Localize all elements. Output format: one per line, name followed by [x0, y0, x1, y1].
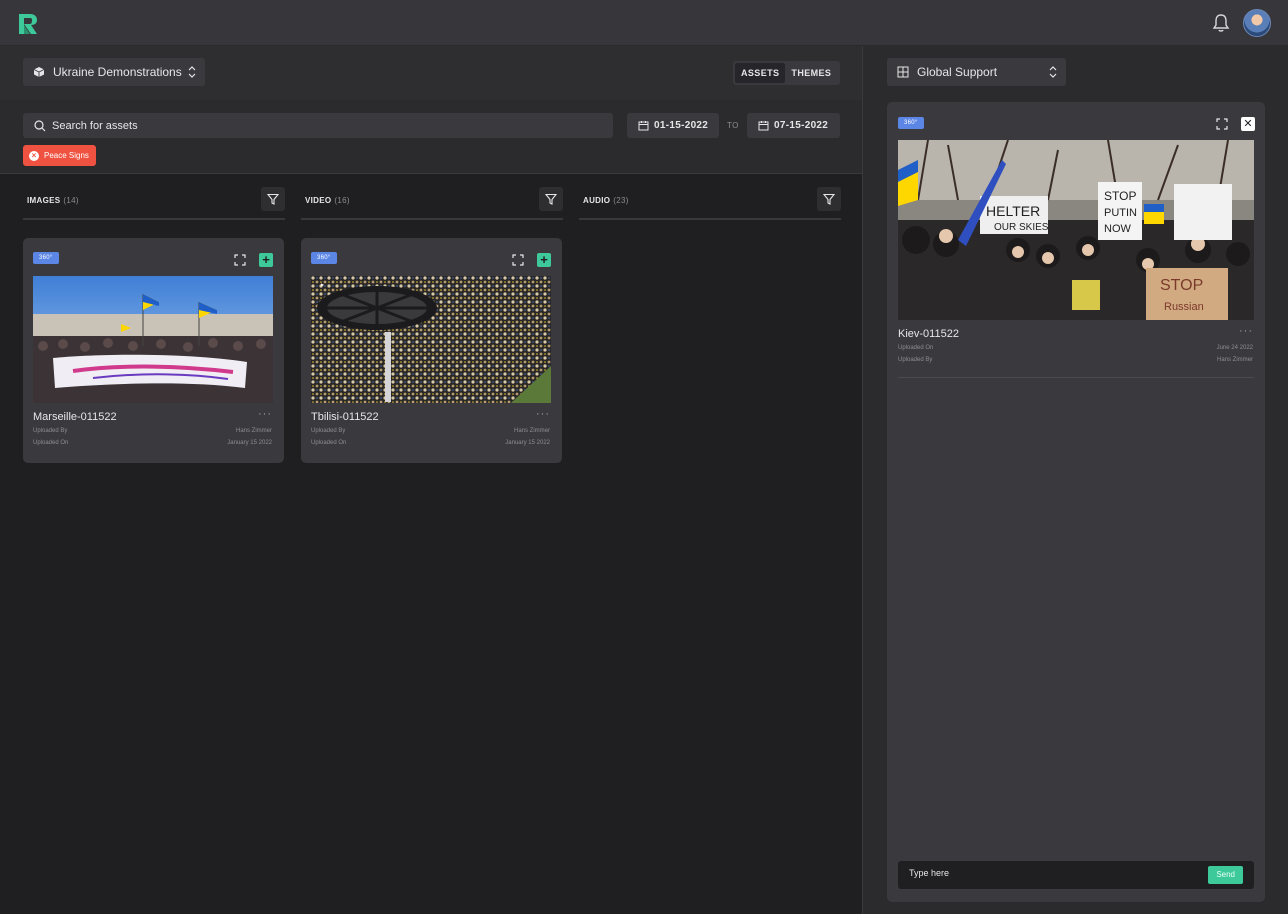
user-avatar[interactable]: [1243, 9, 1271, 37]
svg-text:Russian: Russian: [1164, 301, 1204, 313]
calendar-icon: [638, 121, 649, 131]
meta-value: June 24 2022: [1216, 345, 1253, 351]
asset-card[interactable]: 360° + ▶ Tbilisi-011522 ··· Uploaded By …: [301, 238, 562, 463]
search-icon: [34, 119, 46, 131]
search-input[interactable]: [52, 119, 592, 132]
comment-input[interactable]: [909, 868, 1189, 878]
remove-chip-icon[interactable]: ×: [29, 150, 39, 161]
filter-video-button[interactable]: [539, 187, 563, 211]
filter-icon: [545, 193, 557, 205]
cube-icon: [33, 67, 45, 77]
assets-panel: Ukraine Demonstrations ASSETS THEMES 01-…: [0, 46, 862, 914]
date-to[interactable]: 07-15-2022: [747, 113, 840, 138]
marseille-photo: [33, 276, 273, 403]
search-filter-bar: 01-15-2022 TO 07-15-2022 × Peace Signs: [0, 100, 862, 174]
more-options-icon[interactable]: ···: [258, 408, 272, 420]
close-button[interactable]: ✕: [1241, 117, 1255, 131]
add-to-theme-button[interactable]: +: [259, 253, 273, 267]
filter-chip-peace-signs[interactable]: × Peace Signs: [23, 145, 96, 166]
filter-images-button[interactable]: [261, 187, 285, 211]
asset-detail-card: 360° ✕ HELTER OUR SKIES STOP PUTIN NOW S…: [887, 102, 1265, 902]
meta-value: Hans Zimmer: [513, 428, 550, 434]
svg-text:STOP: STOP: [1104, 189, 1136, 203]
detail-thumbnail[interactable]: HELTER OUR SKIES STOP PUTIN NOW STOP Rus…: [898, 140, 1254, 320]
expand-icon[interactable]: [512, 254, 524, 266]
360-badge: 360°: [898, 117, 924, 129]
more-options-icon[interactable]: ···: [536, 408, 550, 420]
grid-icon: [897, 66, 909, 78]
360-badge: 360°: [33, 252, 59, 264]
meta-value: January 15 2022: [227, 440, 272, 446]
360-badge: 360°: [311, 252, 337, 264]
column-images: IMAGES (14): [23, 187, 285, 220]
project-select-value: Ukraine Demonstrations: [53, 65, 182, 79]
theme-select-value: Global Support: [917, 65, 998, 79]
asset-card[interactable]: 360° + Marseille-011522 ··· Uploaded By …: [23, 238, 284, 463]
svg-text:OUR SKIES: OUR SKIES: [994, 222, 1049, 233]
search-box[interactable]: [23, 113, 613, 138]
date-from-value: 01-15-2022: [654, 120, 709, 131]
theme-select[interactable]: Global Support: [887, 58, 1066, 86]
meta-label: Uploaded By: [311, 428, 346, 434]
kiev-photo: HELTER OUR SKIES STOP PUTIN NOW STOP Rus…: [898, 140, 1254, 320]
filter-audio-button[interactable]: [817, 187, 841, 211]
bell-icon[interactable]: [1211, 13, 1231, 33]
detail-asset-name: Kiev-011522: [898, 328, 959, 340]
asset-name: Tbilisi-011522: [311, 411, 379, 423]
asset-thumbnail[interactable]: ▶: [311, 276, 551, 403]
more-options-icon[interactable]: ···: [1239, 325, 1253, 337]
column-audio: AUDIO (23): [579, 187, 841, 220]
assets-panel-header: Ukraine Demonstrations ASSETS THEMES: [0, 46, 862, 100]
tab-assets[interactable]: ASSETS: [735, 63, 786, 83]
tbilisi-photo: ▶: [311, 276, 551, 403]
top-bar: [0, 0, 1288, 46]
svg-text:STOP: STOP: [1160, 277, 1203, 294]
expand-icon[interactable]: [1216, 118, 1228, 130]
expand-icon[interactable]: [234, 254, 246, 266]
meta-value: January 15 2022: [505, 440, 550, 446]
send-button[interactable]: Send: [1208, 866, 1243, 884]
project-select[interactable]: Ukraine Demonstrations: [23, 58, 205, 86]
tab-themes[interactable]: THEMES: [785, 63, 837, 83]
meta-value: Hans Zimmer: [1216, 357, 1253, 363]
filter-icon: [823, 193, 835, 205]
add-to-theme-button[interactable]: +: [537, 253, 551, 267]
calendar-icon: [758, 121, 769, 131]
theme-panel: Global Support 360° ✕ HELTER OUR SKIES S…: [862, 46, 1288, 914]
meta-label: Uploaded On: [898, 345, 934, 351]
date-from[interactable]: 01-15-2022: [627, 113, 719, 138]
chevron-up-down-icon: [1049, 66, 1057, 78]
r-logo-icon[interactable]: [16, 12, 40, 36]
column-title: VIDEO (16): [305, 196, 350, 205]
column-title: AUDIO (23): [583, 196, 629, 205]
asset-thumbnail[interactable]: [33, 276, 273, 403]
meta-value: Hans Zimmer: [235, 428, 272, 434]
view-toggle: ASSETS THEMES: [733, 61, 840, 85]
comment-box: Send: [898, 861, 1254, 889]
divider: [898, 377, 1254, 378]
asset-name: Marseille-011522: [33, 411, 117, 423]
meta-label: Uploaded By: [898, 357, 933, 363]
date-to-value: 07-15-2022: [774, 120, 829, 131]
svg-text:NOW: NOW: [1104, 223, 1132, 235]
chevron-up-down-icon: [188, 66, 196, 78]
date-separator: TO: [727, 121, 739, 130]
meta-label: Uploaded On: [311, 440, 347, 446]
meta-label: Uploaded On: [33, 440, 69, 446]
meta-label: Uploaded By: [33, 428, 68, 434]
filter-icon: [267, 193, 279, 205]
svg-text:PUTIN: PUTIN: [1104, 207, 1137, 219]
svg-text:HELTER: HELTER: [986, 203, 1040, 219]
column-title: IMAGES (14): [27, 196, 79, 205]
column-video: VIDEO (16): [301, 187, 563, 220]
filter-chip-label: Peace Signs: [44, 151, 89, 160]
